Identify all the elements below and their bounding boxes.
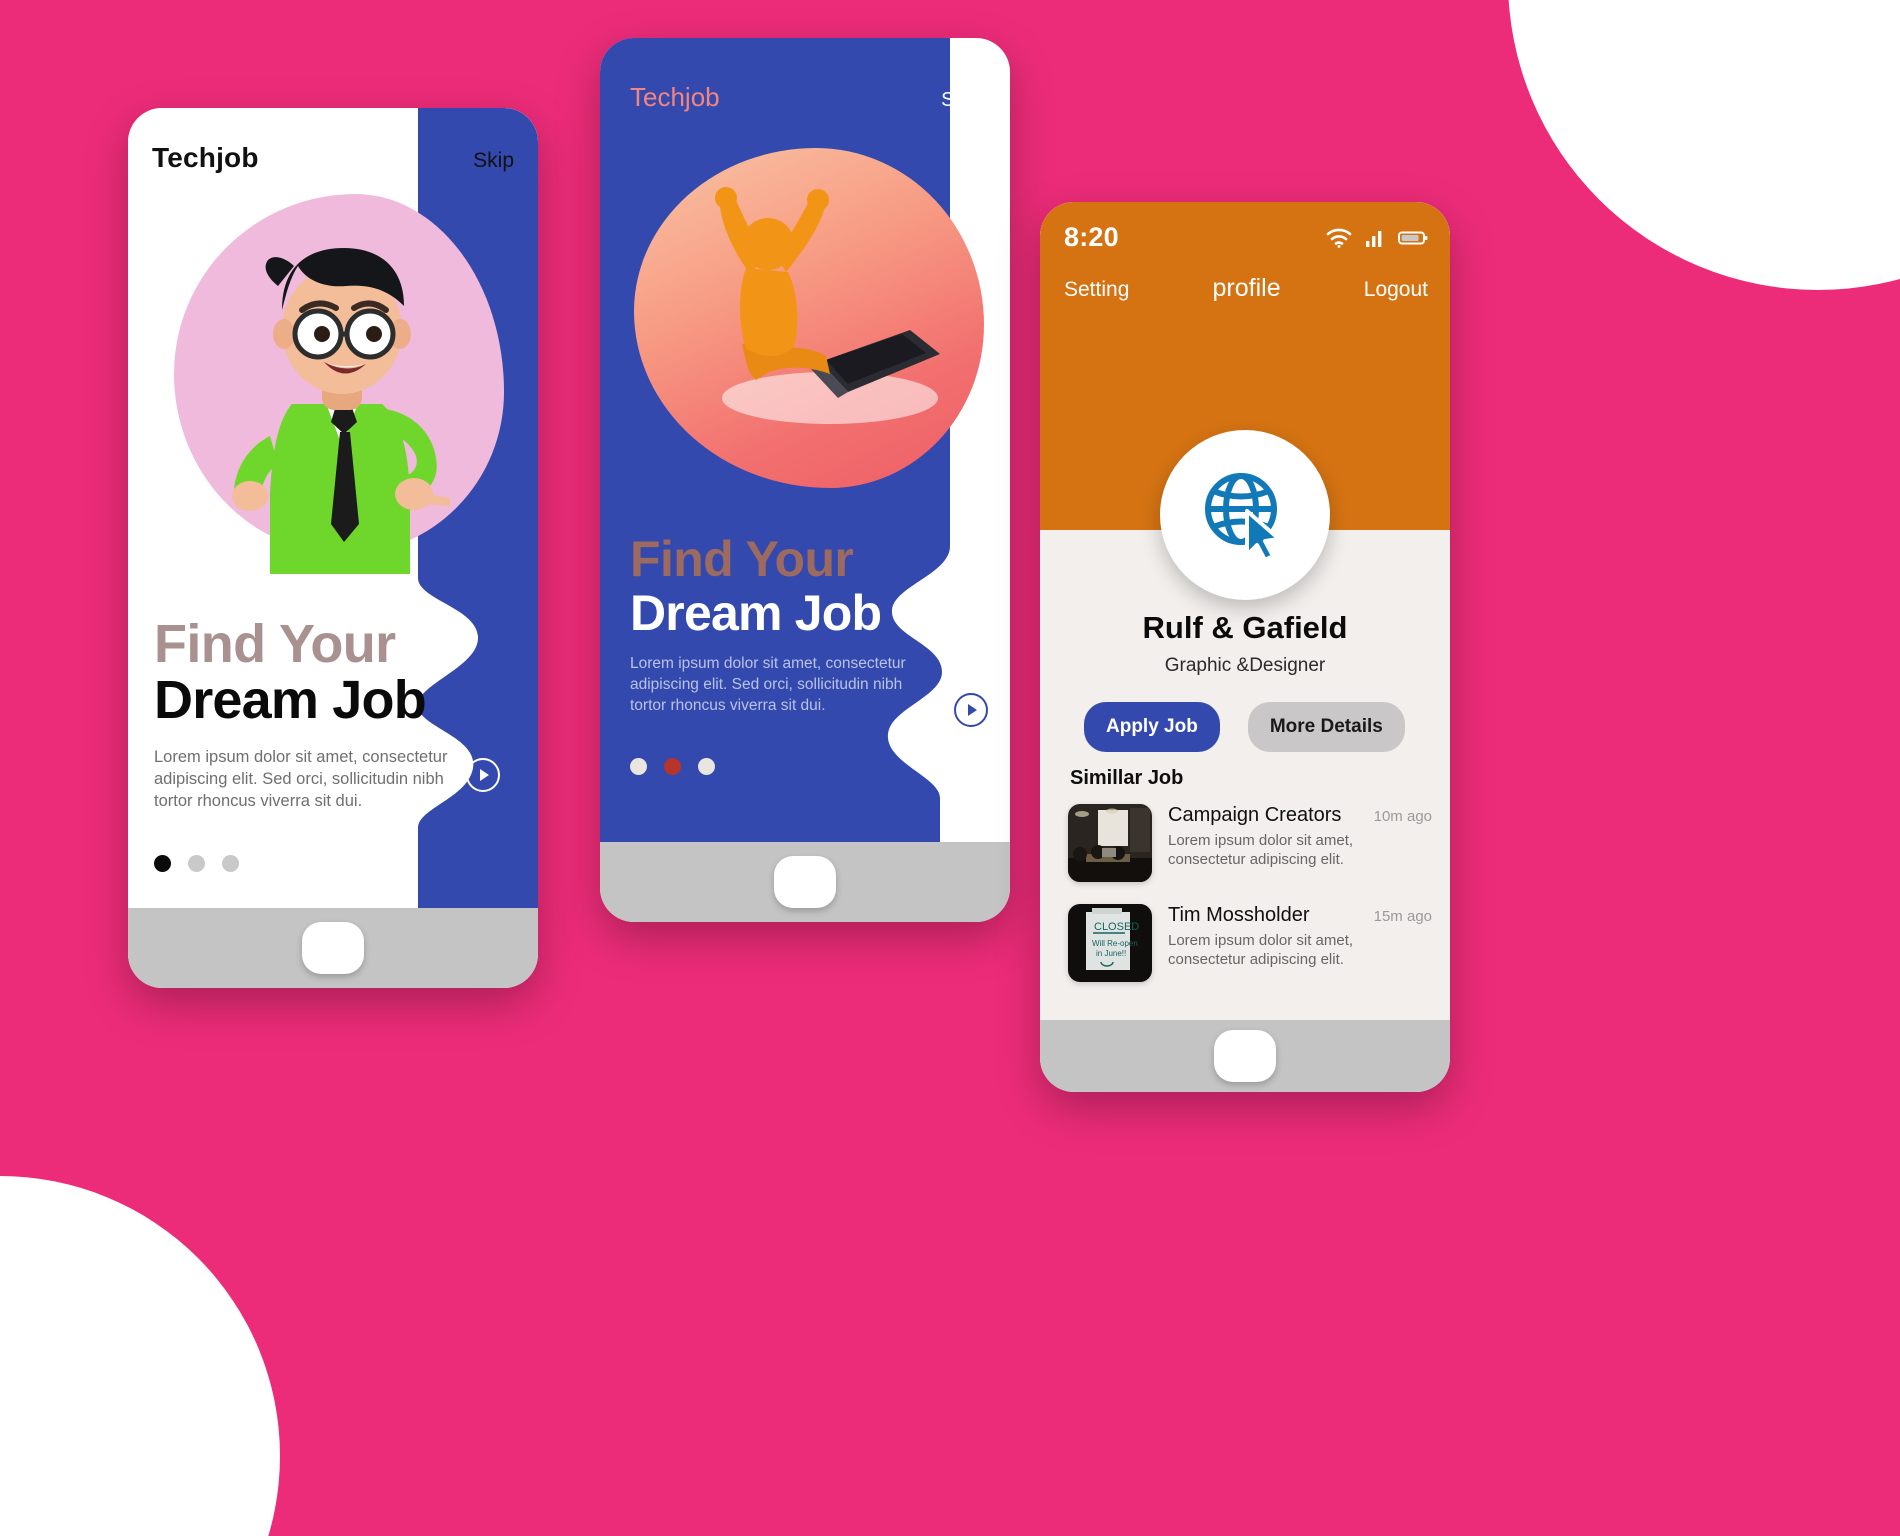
play-arrow-icon	[968, 704, 977, 716]
device-navbar	[600, 842, 1010, 922]
skip-button[interactable]: Skip	[941, 89, 980, 112]
headline-primary: Dream Job	[630, 585, 882, 641]
job-thumbnail: CLOSED Will Re-open in June!!	[1068, 904, 1152, 982]
person-with-laptop-illustration	[715, 187, 940, 424]
job-body: Campaign Creators 10m ago Lorem ipsum do…	[1168, 804, 1432, 882]
home-button[interactable]	[302, 922, 364, 974]
profile-name: Rulf & Gafield	[1142, 610, 1348, 645]
phone-mockup-profile: 8:20 Setting profile Logout Rulf & Gafie…	[1040, 202, 1450, 1092]
battery-icon	[1398, 231, 1428, 244]
globe-cursor-icon	[1205, 473, 1281, 562]
headline-secondary: Find Your	[630, 531, 854, 587]
pagination-dot-2[interactable]	[664, 758, 681, 776]
headline-secondary: Find Your	[154, 614, 396, 674]
closed-sign-photo: CLOSED Will Re-open in June!!	[1068, 904, 1152, 982]
job-time: 10m ago	[1373, 808, 1432, 825]
logout-button[interactable]: Logout	[1364, 278, 1428, 302]
setting-button[interactable]: Setting	[1064, 278, 1129, 302]
onboarding-1-copy: Find Your Dream Job Lorem ipsum dolor si…	[154, 616, 484, 872]
device-navbar	[1040, 1020, 1450, 1092]
home-button[interactable]	[774, 856, 836, 908]
pagination-dots[interactable]	[630, 758, 940, 776]
skip-button[interactable]: Skip	[473, 149, 514, 173]
list-item[interactable]: CLOSED Will Re-open in June!! Tim Mossho…	[1068, 904, 1432, 982]
pagination-dot-3[interactable]	[222, 854, 239, 872]
apply-job-button[interactable]: Apply Job	[1084, 702, 1220, 752]
profile-action-buttons: Apply Job More Details	[1084, 702, 1406, 752]
pagination-dot-1[interactable]	[630, 758, 647, 776]
screen-onboarding-2: Techjob Skip Find Your Dream Job Lorem i…	[600, 38, 1010, 842]
profile-role: Graphic &Designer	[1164, 655, 1326, 676]
job-time: 15m ago	[1373, 908, 1432, 925]
body-paragraph: Lorem ipsum dolor sit amet, consectetur …	[630, 655, 906, 714]
brand-label: Techjob	[152, 142, 259, 173]
screen-profile: 8:20 Setting profile Logout Rulf & Gafie…	[1040, 202, 1450, 1020]
phone-mockup-onboarding-1: Techjob Skip Find Your Dream Job Lorem i…	[128, 108, 538, 988]
job-thumbnail	[1068, 804, 1152, 882]
play-arrow-icon	[480, 769, 489, 781]
home-button[interactable]	[1214, 1030, 1276, 1082]
similar-job-list: Campaign Creators 10m ago Lorem ipsum do…	[1068, 804, 1432, 1004]
pagination-dot-1[interactable]	[154, 854, 171, 872]
screen-onboarding-1: Techjob Skip Find Your Dream Job Lorem i…	[128, 108, 538, 908]
job-description: Lorem ipsum dolor sit amet, consectetur …	[1168, 932, 1354, 968]
body-paragraph: Lorem ipsum dolor sit amet, consectetur …	[154, 748, 448, 810]
onboarding-2-topbar: Techjob Skip	[630, 82, 980, 113]
list-item[interactable]: Campaign Creators 10m ago Lorem ipsum do…	[1068, 804, 1432, 882]
job-title: Tim Mossholder	[1168, 904, 1310, 926]
device-navbar	[128, 908, 538, 988]
decorative-circle-top-right	[1508, 0, 1900, 290]
brand-label: Techjob	[630, 82, 720, 112]
svg-text:Will Re-open: Will Re-open	[1092, 939, 1138, 948]
pagination-dot-2[interactable]	[188, 854, 205, 872]
pagination-dot-3[interactable]	[698, 758, 715, 776]
app-mockup-canvas: Techjob Skip Find Your Dream Job Lorem i…	[0, 0, 1900, 1536]
decorative-circle-bottom-left	[0, 1176, 280, 1536]
next-button[interactable]	[954, 693, 988, 727]
headline-primary: Dream Job	[154, 670, 427, 731]
signal-icon	[1366, 230, 1382, 247]
page-title: profile	[1212, 274, 1281, 302]
job-title: Campaign Creators	[1168, 804, 1342, 826]
similar-job-section-title: Simillar Job	[1070, 767, 1184, 789]
status-bar: 8:20	[1064, 222, 1428, 253]
phone-mockup-onboarding-2: Techjob Skip Find Your Dream Job Lorem i…	[600, 38, 1010, 922]
status-icons	[1326, 228, 1428, 248]
next-button[interactable]	[466, 758, 500, 792]
job-description: Lorem ipsum dolor sit amet, consectetur …	[1168, 832, 1354, 868]
businessman-illustration	[232, 248, 450, 574]
wifi-icon	[1326, 228, 1352, 248]
more-details-button[interactable]: More Details	[1247, 702, 1405, 752]
onboarding-2-copy: Find Your Dream Job Lorem ipsum dolor si…	[630, 531, 940, 776]
profile-top-nav: Setting profile Logout	[1064, 274, 1428, 303]
svg-text:in June!!: in June!!	[1096, 949, 1126, 958]
status-time: 8:20	[1064, 222, 1119, 252]
office-meeting-photo	[1068, 804, 1152, 882]
svg-text:CLOSED: CLOSED	[1094, 921, 1139, 933]
job-body: Tim Mossholder 15m ago Lorem ipsum dolor…	[1168, 904, 1432, 982]
avatar[interactable]	[1160, 430, 1330, 600]
onboarding-1-topbar: Techjob Skip	[152, 142, 514, 174]
pagination-dots[interactable]	[154, 854, 484, 872]
